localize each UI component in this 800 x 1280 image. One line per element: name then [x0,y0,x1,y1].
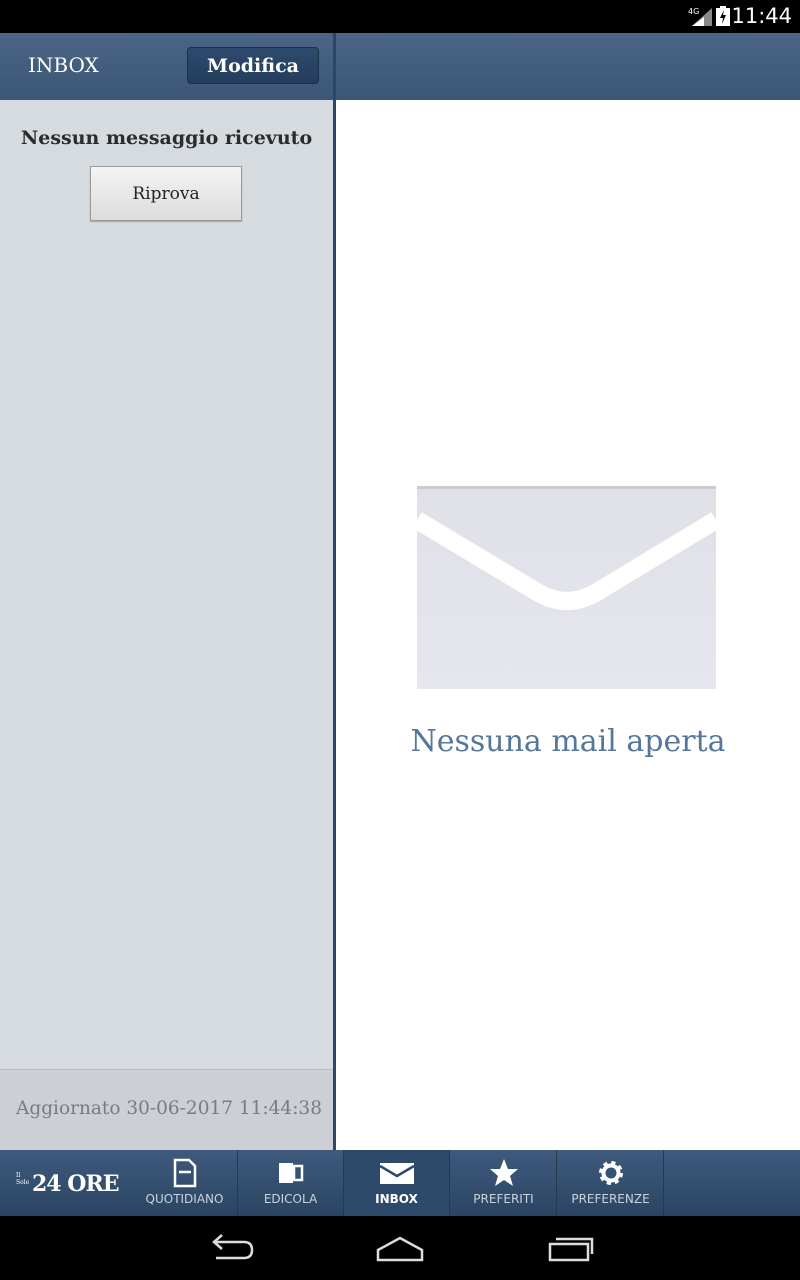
newsstand-icon [278,1163,303,1183]
back-icon[interactable] [204,1232,256,1264]
message-list: Nessun messaggio ricevuto Riprova [0,100,333,1069]
inbox-header: INBOX Modifica [0,33,333,101]
logo-small-text: Il Sole [16,1172,30,1186]
recent-apps-icon[interactable] [546,1232,598,1264]
retry-button[interactable]: Riprova [90,166,242,221]
tab-label: QUOTIDIANO [145,1192,224,1206]
tab-quotidiano[interactable]: QUOTIDIANO [132,1150,238,1216]
battery-icon [716,6,730,26]
tab-preferiti[interactable]: PREFERITI [451,1150,557,1216]
empty-list-message: Nessun messaggio ricevuto [20,127,313,149]
clock: 11:44 [731,4,792,28]
logo-text: 24 ORE [32,1171,119,1197]
tab-edicola[interactable]: EDICOLA [238,1150,344,1216]
last-updated-text: Aggiornato 30-06-2017 11:44:38 [16,1098,322,1119]
status-bar: 4G 11:44 [0,0,800,33]
network-type: 4G [688,7,699,16]
document-icon [173,1158,196,1188]
edit-button[interactable]: Modifica [187,47,319,84]
gear-icon [598,1161,623,1185]
no-mail-open-text: Nessuna mail aperta [410,724,726,759]
home-icon[interactable] [374,1232,426,1264]
envelope-icon [379,1163,414,1184]
last-updated-bar: Aggiornato 30-06-2017 11:44:38 [0,1069,333,1150]
star-icon [489,1159,518,1186]
bottom-tab-bar: Il Sole 24 ORE QUOTIDIANO EDICOLA INBOX … [0,1150,800,1216]
page-title: INBOX [28,53,99,77]
tab-label: PREFERENZE [571,1192,650,1206]
detail-header [336,33,800,101]
envelope-icon [417,486,716,689]
tab-preferenze[interactable]: PREFERENZE [558,1150,664,1216]
signal-icon: 4G [688,7,712,26]
tab-label: PREFERITI [473,1192,534,1206]
tab-label: INBOX [375,1192,418,1206]
tab-inbox[interactable]: INBOX [344,1150,450,1216]
tab-label: EDICOLA [263,1192,318,1206]
system-nav-bar [0,1216,800,1280]
message-detail: Nessuna mail aperta [336,100,800,1150]
